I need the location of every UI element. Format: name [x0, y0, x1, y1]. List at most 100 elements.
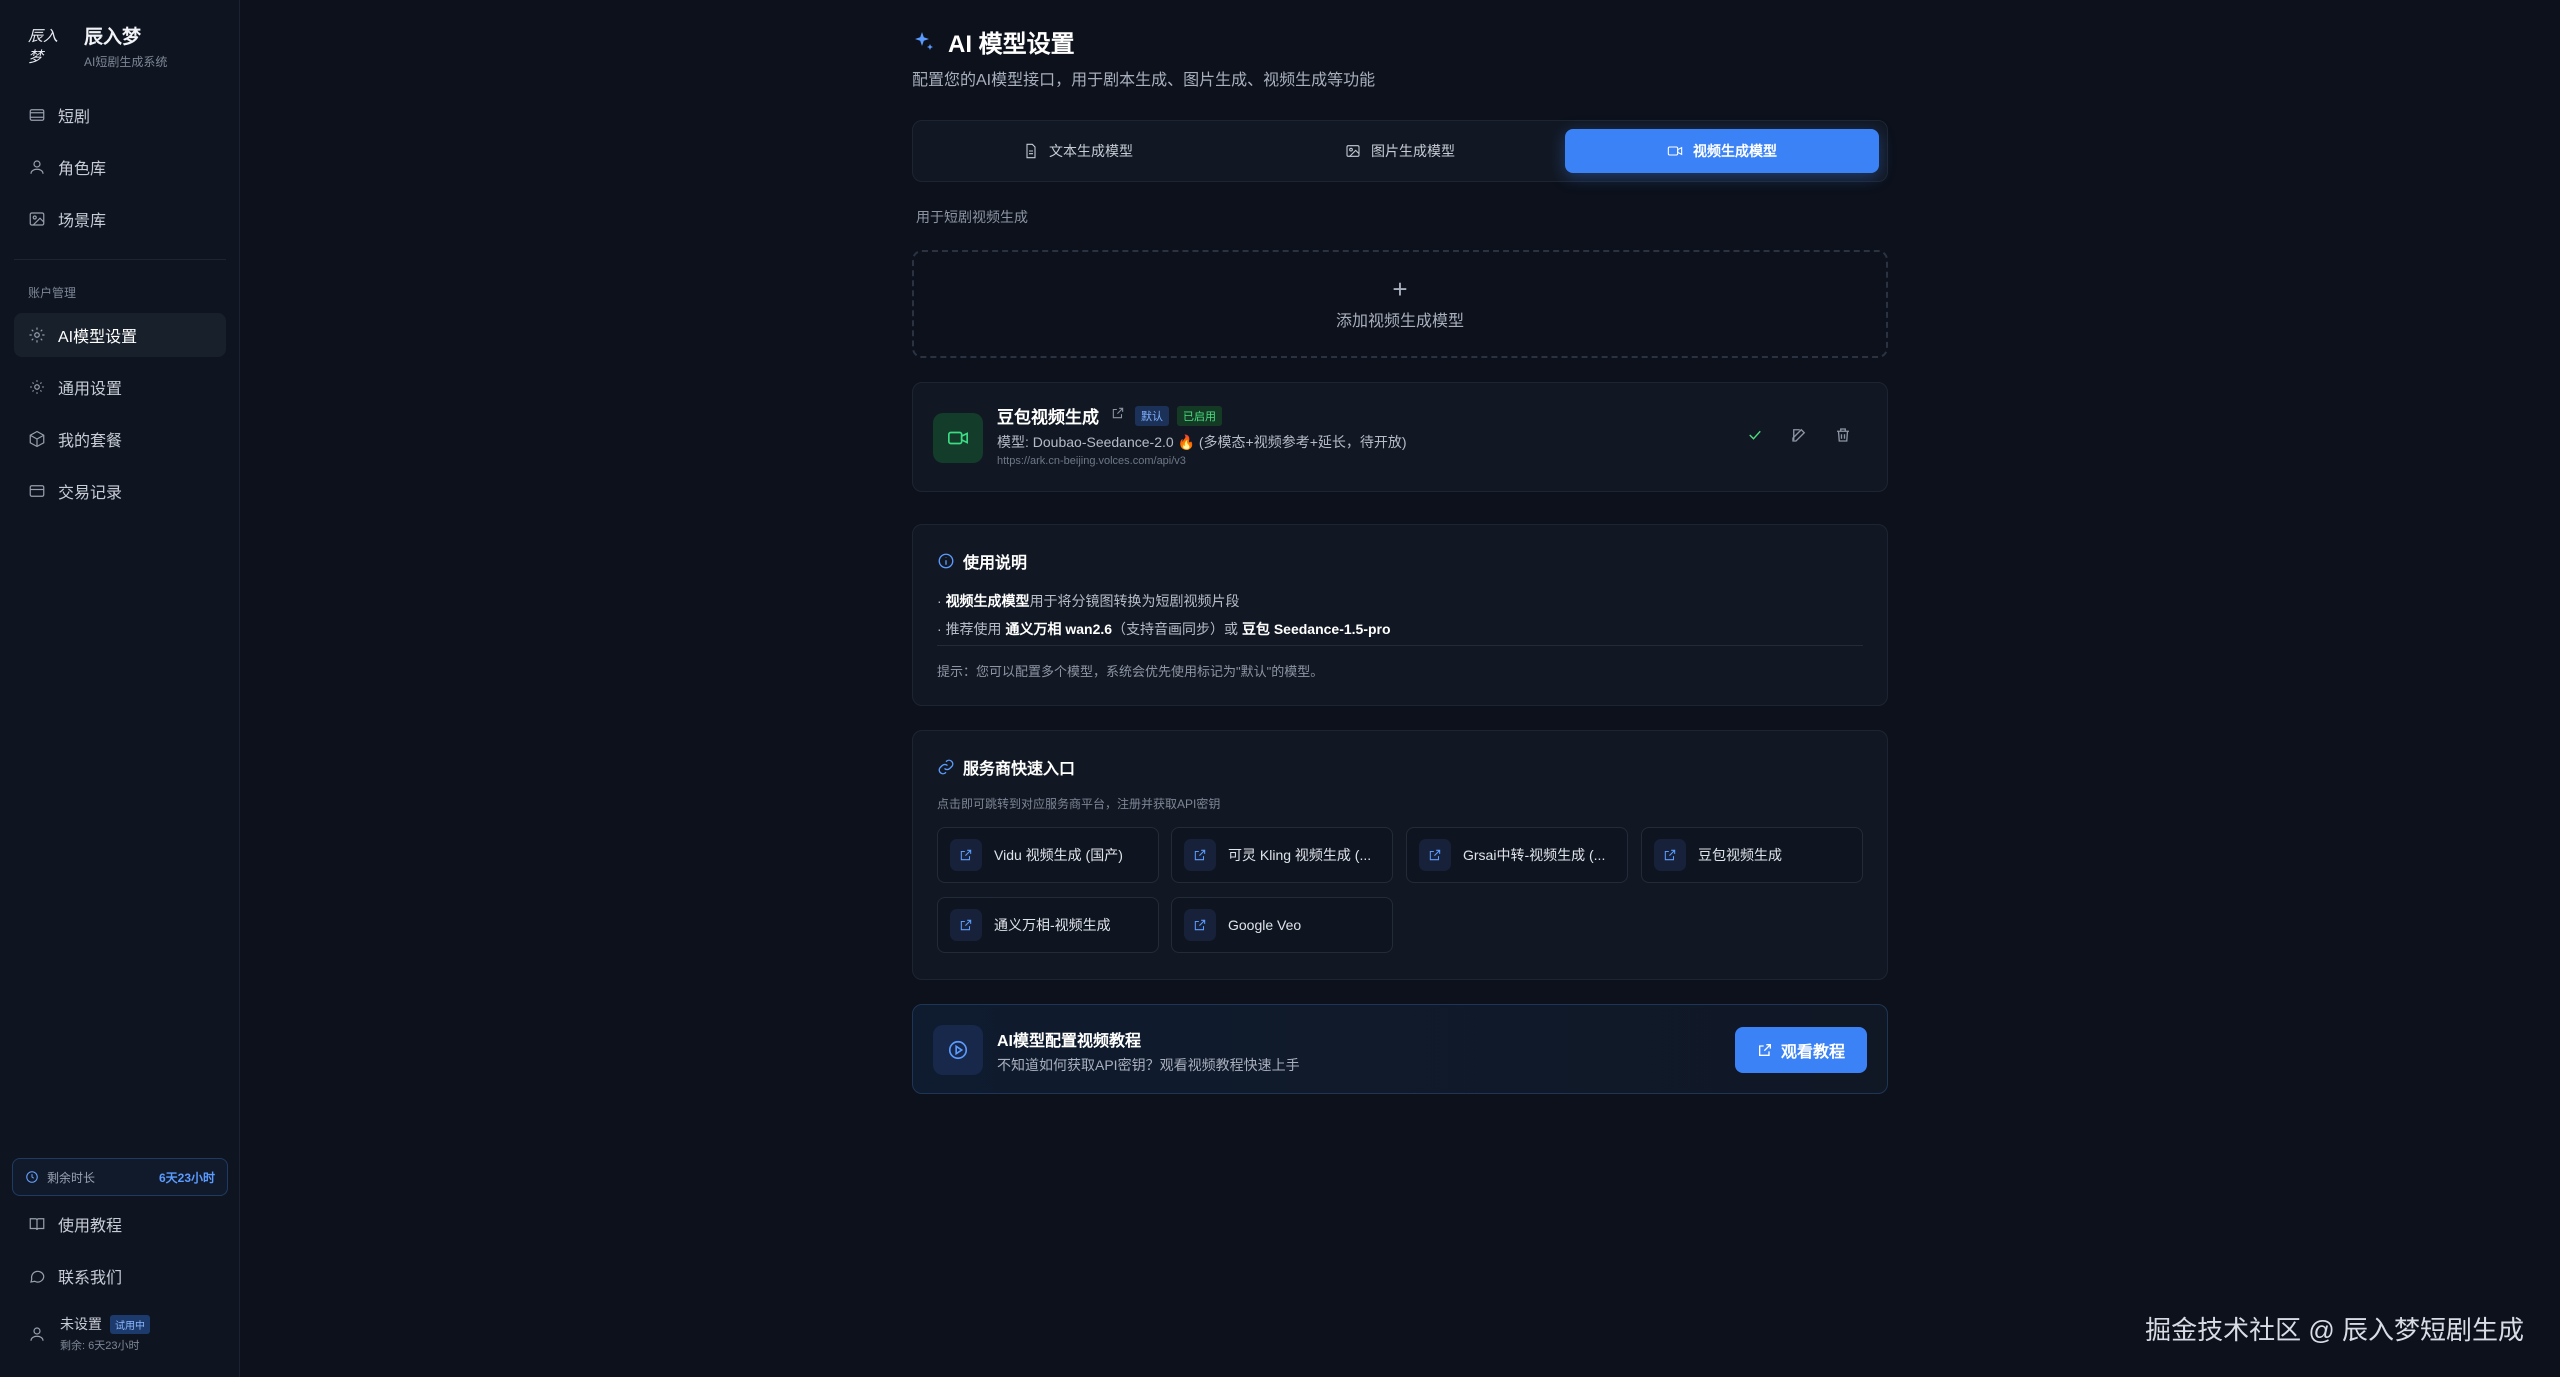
provider-label: Vidu 视频生成 (国产) — [994, 847, 1123, 863]
package-icon — [28, 430, 46, 448]
sidebar-item-characters[interactable]: 角色库 — [14, 145, 226, 189]
video-model-icon — [933, 413, 983, 463]
sidebar-item-label: 场景库 — [58, 213, 107, 230]
provider-label: Google Veo — [1228, 917, 1302, 933]
usage-divider — [937, 645, 1863, 646]
tab-video-model[interactable]: 视频生成模型 — [1565, 129, 1879, 173]
usage-line-2-bold2: 豆包 Seedance-1.5-pro — [1241, 621, 1391, 637]
watch-tutorial-button[interactable]: 观看教程 — [1735, 1027, 1867, 1073]
trial-badge: 试用中 — [110, 1314, 150, 1334]
provider-link[interactable]: Google Veo — [1171, 897, 1393, 953]
plus-icon: + — [1392, 274, 1408, 304]
card-icon — [28, 482, 46, 500]
watermark: 掘金技术社区 @ 辰入梦短剧生成 — [2145, 1315, 2524, 1345]
sidebar-item-transactions[interactable]: 交易记录 — [14, 469, 226, 513]
brand-subtitle: AI短剧生成系统 — [84, 55, 168, 69]
trash-icon[interactable] — [1833, 425, 1853, 445]
image-icon — [1346, 145, 1360, 157]
user-icon — [28, 158, 46, 176]
usage-line-1-rest: 用于将分镜图转换为短剧视频片段 — [1029, 593, 1240, 609]
external-link-icon — [1184, 839, 1216, 871]
sidebar-item-scenes[interactable]: 场景库 — [14, 197, 226, 241]
tutorial-description: 不知道如何获取API密钥？观看视频教程快速上手 — [997, 1057, 1300, 1073]
brand-title: 辰入梦 — [84, 27, 142, 48]
model-name: 豆包视频生成 — [997, 408, 1099, 427]
video-tutorial-banner: AI模型配置视频教程 不知道如何获取API密钥？观看视频教程快速上手 观看教程 — [912, 1004, 1888, 1094]
usage-line-1: · 视频生成模型用于将分镜图转换为短剧视频片段 — [937, 593, 1240, 609]
sidebar-item-label: 通用设置 — [58, 381, 123, 398]
provider-link[interactable]: 豆包视频生成 — [1641, 827, 1863, 883]
sidebar-item-tutorial[interactable]: 使用教程 — [14, 1202, 226, 1246]
provider-link[interactable]: 可灵 Kling 视频生成 (... — [1171, 827, 1393, 883]
usage-tip: 提示：您可以配置多个模型，系统会优先使用标记为"默认"的模型。 — [937, 664, 1324, 679]
usage-line-2-pre: 推荐使用 — [945, 621, 1006, 637]
tutorial-title: AI模型配置视频教程 — [997, 1033, 1142, 1050]
tab-text-model[interactable]: 文本生成模型 — [921, 129, 1235, 173]
user-avatar-icon — [30, 1326, 44, 1341]
check-icon[interactable] — [1745, 425, 1765, 445]
brand[interactable]: 辰入梦 辰入梦 AI短剧生成系统 — [28, 22, 167, 70]
provider-label: 可灵 Kling 视频生成 (... — [1228, 847, 1372, 863]
external-link-icon — [950, 909, 982, 941]
page-title-text: AI 模型设置 — [948, 31, 1075, 58]
sidebar-item-label: 联系我们 — [58, 1270, 123, 1287]
providers-title-text: 服务商快速入口 — [963, 761, 1076, 778]
section-hint: 用于短剧视频生成 — [916, 209, 1028, 225]
provider-link[interactable]: Vidu 视频生成 (国产) — [937, 827, 1159, 883]
sidebar-item-my-plan[interactable]: 我的套餐 — [14, 417, 226, 461]
add-video-model-button[interactable]: + 添加视频生成模型 — [912, 250, 1888, 358]
model-url: https://ark.cn-beijing.volces.com/api/v3 — [997, 455, 1186, 467]
usage-instructions-panel: 使用说明 · 视频生成模型用于将分镜图转换为短剧视频片段 · 推荐使用 通义万相… — [912, 524, 1888, 706]
external-link-icon — [1419, 839, 1451, 871]
external-link-icon[interactable] — [1099, 406, 1125, 425]
user-name: 未设置 — [60, 1316, 102, 1332]
gear-icon — [28, 378, 46, 396]
provider-quick-links-panel: 服务商快速入口 点击即可跳转到对应服务商平台，注册并获取API密钥 Vidu 视… — [912, 730, 1888, 980]
chat-icon — [28, 1267, 46, 1285]
model-type-tabs: 文本生成模型 图片生成模型 视频生成模型 — [912, 120, 1888, 182]
sidebar-item-general-settings[interactable]: 通用设置 — [14, 365, 226, 409]
link-icon — [938, 759, 954, 775]
providers-title: 服务商快速入口 — [937, 755, 1075, 779]
provider-label: Grsai中转-视频生成 (... — [1463, 847, 1606, 863]
brand-logo: 辰入梦 — [28, 27, 59, 66]
sidebar-item-ai-model-settings[interactable]: AI模型设置 — [14, 313, 226, 357]
sidebar-item-label: 短剧 — [58, 109, 91, 126]
sidebar-item-label: 使用教程 — [58, 1218, 123, 1235]
info-icon — [938, 553, 954, 569]
usage-line-2-mid: （支持音画同步）或 — [1112, 621, 1242, 637]
external-link-icon — [1654, 839, 1686, 871]
external-link-icon — [1758, 1044, 1771, 1056]
sidebar-item-label: 角色库 — [58, 161, 107, 178]
video-icon — [1667, 146, 1683, 156]
sidebar-item-short-drama[interactable]: 短剧 — [14, 93, 226, 137]
usage-title: 使用说明 — [937, 549, 1027, 573]
book-icon — [28, 1215, 46, 1233]
film-icon — [28, 106, 46, 124]
sparkles-icon — [915, 31, 933, 50]
remaining-time-label: 剩余时长 — [47, 1170, 96, 1185]
sidebar-section-label: 账户管理 — [28, 286, 77, 300]
edit-icon[interactable] — [1789, 425, 1809, 445]
document-icon — [1026, 143, 1036, 159]
sidebar: 辰入梦 辰入梦 AI短剧生成系统 短剧 角色库 场景库 账户管理 AI模型设置 … — [0, 0, 240, 1377]
add-model-label: 添加视频生成模型 — [1335, 313, 1464, 330]
sidebar-divider — [14, 259, 226, 260]
provider-link[interactable]: 通义万相-视频生成 — [937, 897, 1159, 953]
tab-image-model[interactable]: 图片生成模型 — [1243, 129, 1557, 173]
sidebar-item-label: 交易记录 — [58, 485, 123, 502]
sidebar-item-contact[interactable]: 联系我们 — [14, 1254, 226, 1298]
usage-line-2-bold1: 通义万相 wan2.6 — [1005, 621, 1113, 637]
sparkle-gear-icon — [28, 326, 46, 344]
watch-tutorial-label: 观看教程 — [1780, 1044, 1845, 1061]
user-remaining: 剩余: 6天23小时 — [60, 1340, 140, 1352]
sidebar-item-label: 我的套餐 — [58, 433, 123, 450]
page-description: 配置您的AI模型接口，用于剧本生成、图片生成、视频生成等功能 — [912, 72, 1376, 89]
tab-label: 视频生成模型 — [1693, 143, 1777, 159]
user-profile[interactable]: 未设置 试用中 剩余: 6天23小时 — [28, 1314, 150, 1353]
tab-label: 文本生成模型 — [1049, 143, 1133, 159]
model-id: 模型: Doubao-Seedance-2.0 🔥 (多模态+视频参考+延长，待… — [997, 434, 1407, 450]
remaining-time-badge: 剩余时长 6天23小时 — [12, 1158, 228, 1196]
play-icon — [933, 1025, 983, 1075]
provider-link[interactable]: Grsai中转-视频生成 (... — [1406, 827, 1628, 883]
